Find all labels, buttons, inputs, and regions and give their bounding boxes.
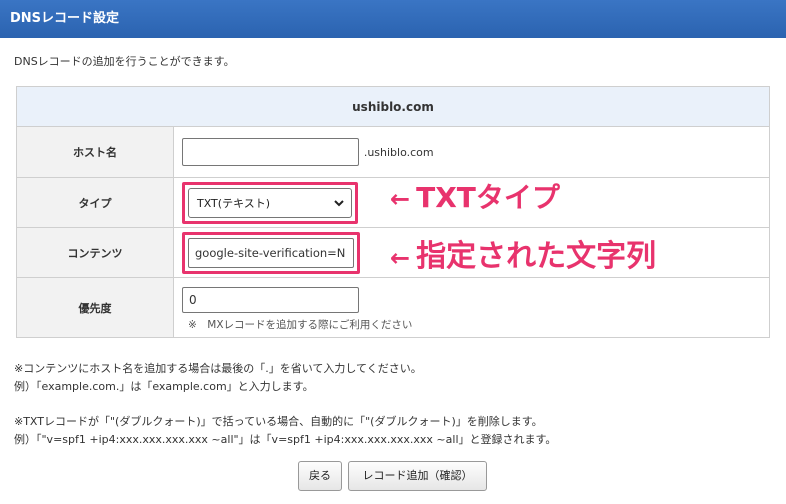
content-annotation-text: 指定された文字列 bbox=[416, 239, 657, 274]
arrow-left-icon: ← bbox=[390, 244, 411, 272]
priority-label: 優先度 bbox=[16, 277, 174, 338]
type-annotation-text: TXTタイプ bbox=[416, 181, 560, 214]
note-line: ※TXTレコードが「"(ダブルクォート)」で括っている場合、自動的に「"(ダブル… bbox=[14, 415, 543, 428]
type-label: タイプ bbox=[16, 177, 174, 228]
txt-notes: ※TXTレコードが「"(ダブルクォート)」で括っている場合、自動的に「"(ダブル… bbox=[14, 413, 556, 449]
host-cell: .ushiblo.com bbox=[173, 126, 770, 178]
host-row: ホスト名 .ushiblo.com bbox=[16, 126, 770, 178]
host-notes: ※コンテンツにホスト名を追加する場合は最後の「.」を省いて入力してください。 例… bbox=[14, 360, 422, 396]
content-label: コンテンツ bbox=[16, 227, 174, 278]
priority-input[interactable]: 0 bbox=[182, 287, 359, 313]
page-title: DNSレコード設定 bbox=[0, 0, 786, 38]
host-input[interactable] bbox=[182, 138, 359, 166]
type-highlight: TXT(テキスト) bbox=[182, 181, 358, 224]
type-annotation: ← TXTタイプ bbox=[390, 176, 560, 216]
note-line: 例）「"v=spf1 +ip4:xxx.xxx.xxx.xxx ~all"」は「… bbox=[14, 433, 557, 446]
content-highlight: google-site-verification=N bbox=[182, 231, 360, 274]
host-suffix: .ushiblo.com bbox=[363, 145, 434, 159]
note-line: ※コンテンツにホスト名を追加する場合は最後の「.」を省いて入力してください。 bbox=[14, 362, 422, 375]
add-record-button[interactable]: レコード追加（確認） bbox=[348, 461, 487, 491]
arrow-left-icon: ← bbox=[390, 185, 411, 213]
domain-header: ushiblo.com bbox=[16, 86, 770, 127]
content-annotation: ← 指定された文字列 bbox=[390, 231, 656, 275]
host-label: ホスト名 bbox=[16, 126, 174, 178]
note-line: 例）「example.com.」は「example.com」と入力します。 bbox=[14, 380, 314, 393]
type-select[interactable]: TXT(テキスト) bbox=[188, 187, 352, 218]
intro-text: DNSレコードの追加を行うことができます。 bbox=[14, 55, 235, 68]
chevron-down-icon bbox=[334, 199, 344, 206]
priority-cell: 0 ※ MXレコードを追加する際にご利用ください bbox=[173, 277, 770, 338]
priority-row: 優先度 0 ※ MXレコードを追加する際にご利用ください bbox=[16, 277, 770, 338]
content-input[interactable]: google-site-verification=N bbox=[188, 237, 354, 268]
back-button[interactable]: 戻る bbox=[298, 461, 342, 491]
type-selected-value: TXT(テキスト) bbox=[197, 196, 271, 210]
priority-note: ※ MXレコードを追加する際にご利用ください bbox=[188, 319, 413, 331]
